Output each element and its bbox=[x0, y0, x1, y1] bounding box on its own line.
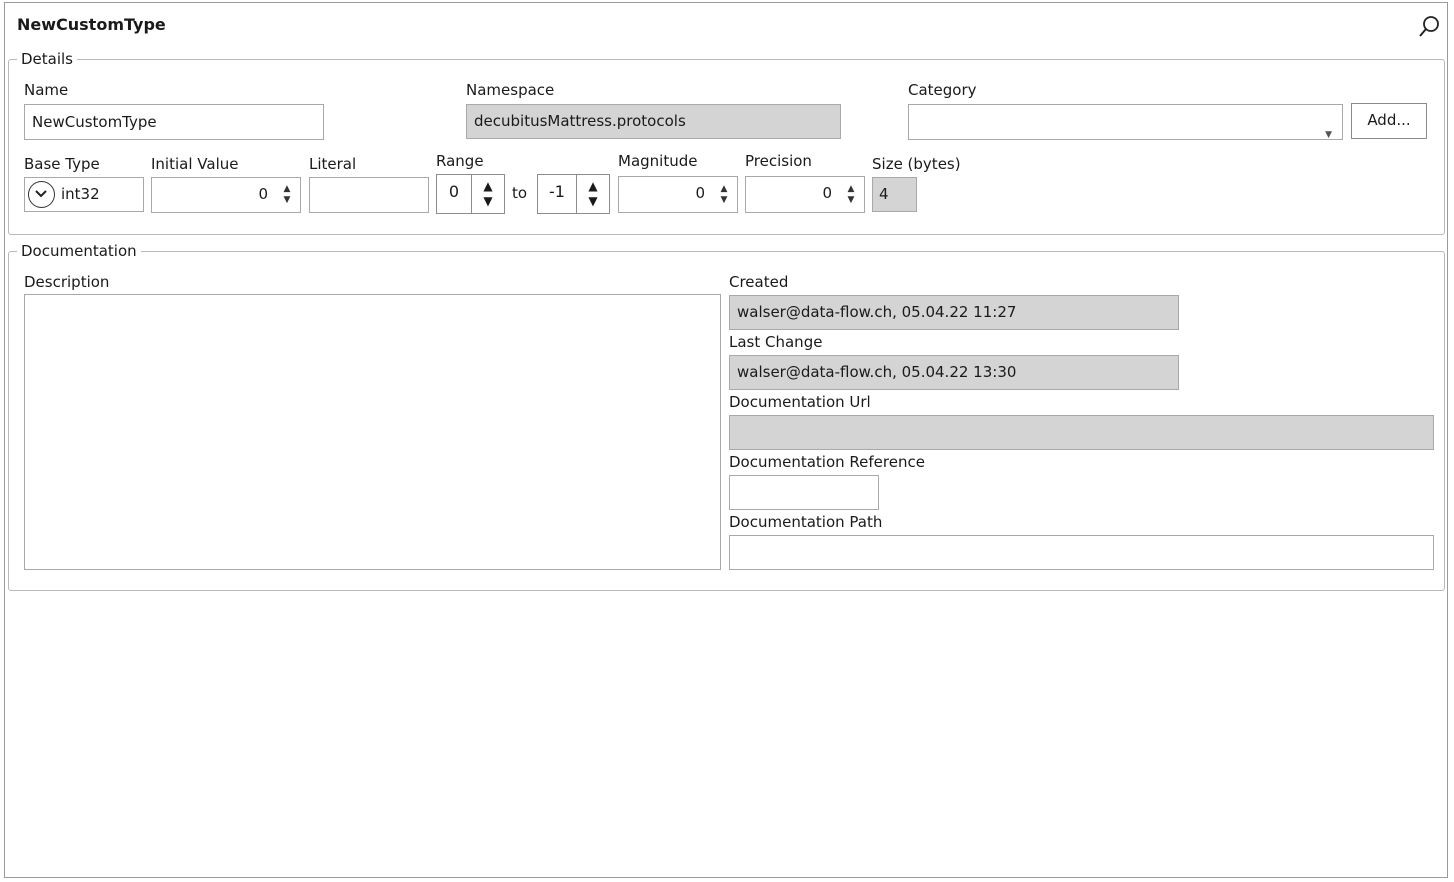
increment-icon[interactable]: ▲ bbox=[588, 179, 597, 194]
increment-icon[interactable]: ▲ bbox=[848, 184, 855, 195]
add-category-button[interactable]: Add... bbox=[1351, 103, 1427, 139]
initial-value-label: Initial Value bbox=[151, 155, 239, 173]
precision-stepper[interactable]: 0 ▲ ▼ bbox=[745, 176, 865, 213]
created-field: walser@data-flow.ch, 05.04.22 11:27 bbox=[729, 295, 1179, 330]
decrement-icon[interactable]: ▼ bbox=[284, 195, 291, 206]
description-label: Description bbox=[24, 273, 110, 291]
custom-type-window: NewCustomType Details Name Namespace dec… bbox=[4, 2, 1448, 878]
search-icon[interactable] bbox=[1417, 15, 1441, 39]
created-label: Created bbox=[729, 273, 789, 291]
base-type-selector[interactable]: int32 bbox=[24, 177, 144, 212]
increment-icon[interactable]: ▲ bbox=[483, 179, 492, 194]
range-to-stepper[interactable]: -1 ▲ ▼ bbox=[537, 174, 610, 214]
literal-label: Literal bbox=[309, 155, 357, 173]
last-change-label: Last Change bbox=[729, 333, 823, 351]
last-change-field: walser@data-flow.ch, 05.04.22 13:30 bbox=[729, 355, 1179, 390]
magnitude-value: 0 bbox=[695, 184, 705, 202]
window-title: NewCustomType bbox=[17, 15, 166, 34]
size-field: 4 bbox=[872, 177, 917, 212]
category-combobox[interactable]: ▼ bbox=[908, 104, 1343, 140]
range-label: Range bbox=[436, 152, 484, 170]
precision-label: Precision bbox=[745, 152, 812, 170]
name-label: Name bbox=[24, 81, 69, 99]
category-label: Category bbox=[908, 81, 977, 99]
range-to-value: -1 bbox=[538, 175, 577, 213]
documentation-group: Documentation Description Created walser… bbox=[8, 242, 1445, 591]
details-legend: Details bbox=[17, 50, 78, 68]
range-from-value: 0 bbox=[437, 175, 472, 213]
namespace-label: Namespace bbox=[466, 81, 555, 99]
increment-icon[interactable]: ▲ bbox=[721, 184, 728, 195]
size-label: Size (bytes) bbox=[872, 155, 961, 173]
namespace-field: decubitusMattress.protocols bbox=[466, 104, 841, 139]
precision-value: 0 bbox=[822, 184, 832, 202]
documentation-path-label: Documentation Path bbox=[729, 513, 883, 531]
documentation-url-label: Documentation Url bbox=[729, 393, 871, 411]
decrement-icon[interactable]: ▼ bbox=[483, 194, 492, 209]
decrement-icon[interactable]: ▼ bbox=[721, 195, 728, 206]
literal-input[interactable] bbox=[309, 177, 429, 213]
description-textarea[interactable] bbox=[24, 294, 721, 570]
initial-value-value: 0 bbox=[258, 185, 268, 203]
documentation-reference-label: Documentation Reference bbox=[729, 453, 925, 471]
magnitude-label: Magnitude bbox=[618, 152, 698, 170]
chevron-down-circle-icon[interactable] bbox=[28, 181, 55, 208]
initial-value-stepper[interactable]: 0 ▲ ▼ bbox=[151, 177, 301, 213]
magnitude-stepper[interactable]: 0 ▲ ▼ bbox=[618, 176, 738, 213]
documentation-url-field bbox=[729, 415, 1434, 450]
details-group: Details Name Namespace decubitusMattress… bbox=[8, 50, 1445, 235]
documentation-reference-input[interactable] bbox=[729, 475, 879, 510]
base-type-value: int32 bbox=[61, 185, 100, 203]
decrement-icon[interactable]: ▼ bbox=[588, 194, 597, 209]
documentation-legend: Documentation bbox=[17, 242, 141, 260]
range-separator: to bbox=[512, 184, 528, 202]
decrement-icon[interactable]: ▼ bbox=[848, 195, 855, 206]
name-input[interactable] bbox=[24, 104, 324, 140]
increment-icon[interactable]: ▲ bbox=[284, 184, 291, 195]
base-type-label: Base Type bbox=[24, 155, 100, 173]
dropdown-arrow-icon[interactable]: ▼ bbox=[1325, 119, 1332, 139]
range-from-stepper[interactable]: 0 ▲ ▼ bbox=[436, 174, 505, 214]
documentation-path-input[interactable] bbox=[729, 535, 1434, 570]
